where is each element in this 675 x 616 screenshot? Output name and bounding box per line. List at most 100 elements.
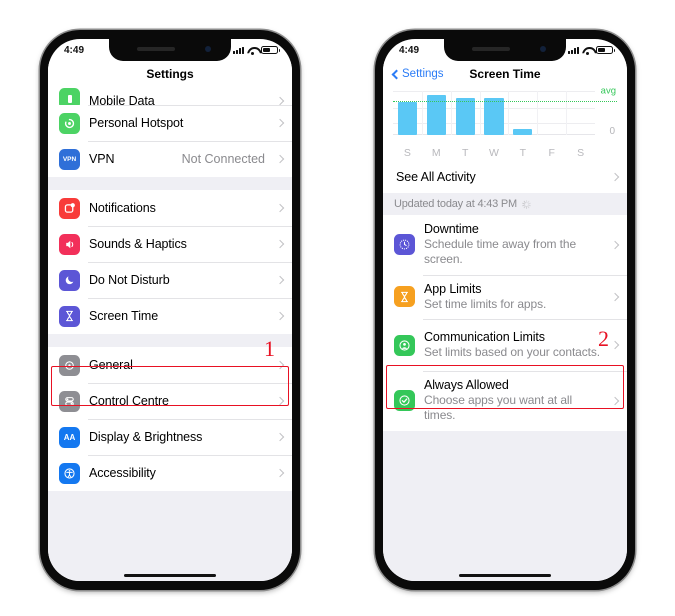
left-status-bar: 4:49 xyxy=(48,39,292,61)
chevron-right-icon xyxy=(610,172,620,182)
chart-bar xyxy=(455,97,475,135)
screen-time-list[interactable]: avg 0 S M T W T F S See All Activity Updated t… xyxy=(383,87,627,581)
chevron-right-icon xyxy=(275,118,285,128)
list-separator xyxy=(48,177,292,190)
notifications-icon xyxy=(59,197,80,219)
list-separator xyxy=(48,334,292,347)
left-phone-screen: 4:49 Settings Mobile Data Personal Hotsp… xyxy=(48,39,292,581)
chart-day-label: T xyxy=(519,147,527,159)
general-gear-icon xyxy=(59,354,80,376)
updated-status: Updated today at 4:43 PM xyxy=(383,193,627,215)
row-label: Do Not Disturb xyxy=(89,273,170,287)
chevron-right-icon xyxy=(275,311,285,321)
feature-subtitle: Set limits based on your contacts. xyxy=(424,344,601,359)
sidebar-item-sounds-haptics[interactable]: Sounds & Haptics xyxy=(48,226,292,262)
row-label: Sounds & Haptics xyxy=(89,237,187,251)
chevron-left-icon xyxy=(391,69,402,79)
sidebar-item-general[interactable]: General xyxy=(48,347,292,383)
wifi-icon xyxy=(247,46,258,55)
chart-vertical-gridline xyxy=(421,91,423,135)
right-phone-device: 4:49 Settings Screen Time avg 0 S M T W … xyxy=(375,30,635,590)
downtime-icon xyxy=(394,234,415,256)
settings-group-system: General Control Centre AA Display & Brig… xyxy=(48,347,292,491)
chevron-right-icon xyxy=(275,96,285,105)
screen-time-chart[interactable]: avg 0 S M T W T F S xyxy=(383,87,627,161)
chevron-right-icon xyxy=(275,396,285,406)
sidebar-item-mobile-data[interactable]: Mobile Data xyxy=(48,87,292,105)
vpn-status-value: Not Connected xyxy=(181,152,265,166)
sidebar-item-notifications[interactable]: Notifications xyxy=(48,190,292,226)
back-to-settings-button[interactable]: Settings xyxy=(391,68,444,80)
chevron-right-icon xyxy=(275,432,285,442)
screenshot-stage: 4:49 Settings Mobile Data Personal Hotsp… xyxy=(0,0,675,616)
do-not-disturb-moon-icon xyxy=(59,269,80,291)
signal-bars-icon xyxy=(568,46,579,54)
feature-row-always-allowed[interactable]: Always Allowed Choose apps you want at a… xyxy=(383,371,627,431)
chart-day-label: F xyxy=(548,147,555,159)
wifi-icon xyxy=(582,46,593,55)
feature-row-communication-limits[interactable]: Communication Limits Set limits based on… xyxy=(383,319,627,372)
chevron-right-icon xyxy=(275,468,285,478)
feature-title: Always Allowed xyxy=(424,378,509,393)
feature-row-downtime[interactable]: Downtime Schedule time away from the scr… xyxy=(383,215,627,275)
row-label: Display & Brightness xyxy=(89,430,203,444)
chart-bar xyxy=(484,98,504,135)
settings-group-connectivity: Mobile Data Personal Hotspot VPN VPN Not xyxy=(48,87,292,177)
chart-bar xyxy=(397,101,417,135)
sidebar-item-vpn[interactable]: VPN VPN Not Connected xyxy=(48,141,292,177)
row-label: Personal Hotspot xyxy=(89,116,184,130)
see-all-activity-row[interactable]: See All Activity xyxy=(383,161,627,193)
chevron-right-icon xyxy=(610,240,620,250)
sidebar-item-control-centre[interactable]: Control Centre xyxy=(48,383,292,419)
chart-average-label: avg xyxy=(600,87,616,97)
chart-vertical-gridline xyxy=(450,91,452,135)
sidebar-item-do-not-disturb[interactable]: Do Not Disturb xyxy=(48,262,292,298)
screen-time-features-group: Downtime Schedule time away from the scr… xyxy=(383,215,627,431)
sounds-haptics-icon xyxy=(59,233,80,255)
feature-title: Communication Limits xyxy=(424,329,545,344)
mobile-data-icon xyxy=(59,88,80,105)
chart-average-line xyxy=(393,100,617,102)
updated-text: Updated today at 4:43 PM xyxy=(394,198,518,210)
chevron-right-icon xyxy=(275,360,285,370)
settings-group-notifications: Notifications Sounds & Haptics Do Not Di… xyxy=(48,190,292,334)
chart-vertical-gridline xyxy=(508,91,510,135)
chevron-right-icon xyxy=(275,239,285,249)
sidebar-item-personal-hotspot[interactable]: Personal Hotspot xyxy=(48,105,292,141)
chart-vertical-gridline xyxy=(566,91,568,135)
row-label: Notifications xyxy=(89,201,156,215)
see-all-activity-group: See All Activity xyxy=(383,161,627,193)
feature-subtitle: Set time limits for apps. xyxy=(424,296,547,311)
row-label: General xyxy=(89,358,133,372)
feature-subtitle: Schedule time away from the screen. xyxy=(424,237,577,267)
always-allowed-icon xyxy=(394,390,415,412)
control-centre-icon xyxy=(59,390,80,412)
chevron-right-icon xyxy=(610,340,620,350)
back-label: Settings xyxy=(402,68,444,80)
app-limits-hourglass-icon xyxy=(394,286,415,308)
chart-vertical-gridline xyxy=(479,91,481,135)
home-indicator xyxy=(459,573,551,577)
sidebar-item-display-brightness[interactable]: AA Display & Brightness xyxy=(48,419,292,455)
vpn-icon: VPN xyxy=(59,148,80,170)
right-nav-bar: Settings Screen Time xyxy=(383,61,627,87)
left-nav-title: Settings xyxy=(48,61,292,87)
loading-spinner-icon xyxy=(522,199,531,209)
chart-x-axis-labels: SMTWTFS xyxy=(393,147,595,159)
chart-plot-area: avg xyxy=(393,87,617,135)
right-status-bar: 4:49 xyxy=(383,39,627,61)
settings-list[interactable]: Mobile Data Personal Hotspot VPN VPN Not xyxy=(48,87,292,581)
annotation-step-1: 1 xyxy=(264,336,275,361)
feature-row-app-limits[interactable]: App Limits Set time limits for apps. xyxy=(383,274,627,320)
feature-subtitle: Choose apps you want at all times. xyxy=(424,393,573,423)
personal-hotspot-icon xyxy=(59,112,80,134)
left-status-time: 4:49 xyxy=(64,44,85,56)
home-indicator xyxy=(124,573,216,577)
feature-title: App Limits xyxy=(424,281,482,296)
row-label: VPN xyxy=(89,152,115,166)
sidebar-item-accessibility[interactable]: Accessibility xyxy=(48,455,292,491)
screen-time-hourglass-icon xyxy=(59,305,80,327)
right-phone-screen: 4:49 Settings Screen Time avg 0 S M T W … xyxy=(383,39,627,581)
chevron-right-icon xyxy=(610,396,620,406)
sidebar-item-screen-time[interactable]: Screen Time xyxy=(48,298,292,334)
